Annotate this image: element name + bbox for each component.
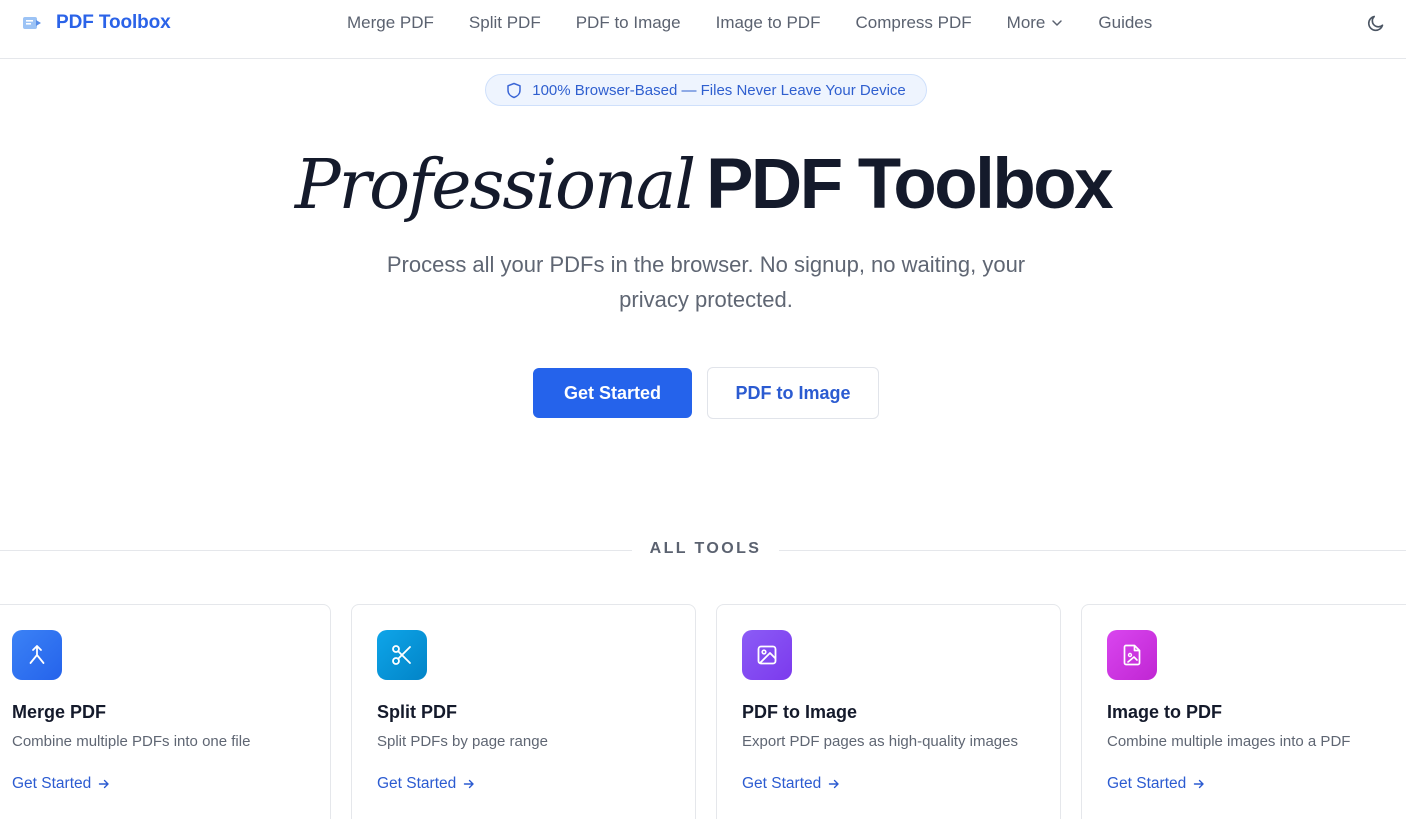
nav-pdf-to-image[interactable]: PDF to Image (576, 13, 681, 33)
arrow-right-icon (99, 779, 109, 789)
hero-title: Professional PDF Toolbox (0, 140, 1406, 242)
arrow-right-icon (1194, 779, 1204, 789)
brand-name: PDF Toolbox (56, 12, 171, 33)
nav-merge-pdf[interactable]: Merge PDF (347, 13, 434, 33)
tool-card-pdf-to-image[interactable]: PDF to Image Export PDF pages as high-qu… (716, 604, 1061, 819)
chevron-down-icon (1052, 20, 1063, 26)
arrow-right-icon (464, 779, 474, 789)
arrow-right-icon (829, 779, 839, 789)
main-nav: Merge PDF Split PDF PDF to Image Image t… (347, 0, 1187, 46)
scissors-icon (377, 630, 427, 680)
merge-icon (12, 630, 62, 680)
tool-card-split-pdf[interactable]: Split PDF Split PDFs by page range Get S… (351, 604, 696, 819)
nav-split-pdf[interactable]: Split PDF (469, 13, 541, 33)
tool-card-merge-pdf[interactable]: Merge PDF Combine multiple PDFs into one… (0, 604, 331, 819)
brand-link[interactable]: PDF Toolbox (22, 10, 171, 36)
card-get-started-link[interactable]: Get Started (1107, 775, 1205, 793)
card-link-label: Get Started (12, 775, 92, 792)
card-link-label: Get Started (377, 775, 457, 792)
card-get-started-link[interactable]: Get Started (742, 775, 840, 793)
nav-guides[interactable]: Guides (1098, 13, 1152, 33)
tool-card-image-to-pdf[interactable]: Image to PDF Combine multiple images int… (1081, 604, 1406, 819)
privacy-badge-text: 100% Browser-Based — Files Never Leave Y… (532, 81, 906, 99)
get-started-button[interactable]: Get Started (533, 368, 692, 418)
theme-toggle-button[interactable] (1366, 13, 1386, 33)
card-title: Merge PDF (12, 702, 107, 722)
card-get-started-link[interactable]: Get Started (377, 775, 475, 793)
nav-image-to-pdf[interactable]: Image to PDF (716, 13, 821, 33)
image-file-icon (1107, 630, 1157, 680)
hero-title-bold: PDF Toolbox (706, 145, 1114, 224)
card-description: Split PDFs by page range (377, 733, 548, 750)
image-icon (742, 630, 792, 680)
nav-more-dropdown[interactable]: More (1007, 13, 1064, 33)
section-label: ALL TOOLS (649, 540, 762, 557)
card-get-started-link[interactable]: Get Started (12, 775, 110, 793)
card-title: PDF to Image (742, 702, 858, 722)
hero-title-italic: Professional (294, 146, 696, 225)
hero-subtitle: Process all your PDFs in the browser. No… (386, 252, 1026, 312)
nav-compress-pdf[interactable]: Compress PDF (855, 13, 971, 33)
pdf-logo-icon (22, 15, 42, 31)
card-description: Combine multiple PDFs into one file (12, 733, 251, 750)
pdf-to-image-button[interactable]: PDF to Image (707, 367, 879, 419)
card-title: Split PDF (377, 702, 457, 722)
moon-icon (1368, 15, 1384, 32)
card-title: Image to PDF (1107, 702, 1223, 722)
card-link-label: Get Started (742, 775, 822, 792)
section-divider-left (0, 550, 632, 551)
nav-more-label: More (1006, 13, 1046, 32)
section-divider-right (779, 550, 1406, 551)
page: PDF Toolbox Merge PDF Split PDF PDF to I… (0, 0, 1406, 819)
top-navbar: PDF Toolbox Merge PDF Split PDF PDF to I… (0, 0, 1406, 59)
shield-icon (507, 82, 521, 98)
card-description: Export PDF pages as high-quality images (742, 733, 1018, 750)
card-link-label: Get Started (1107, 775, 1187, 792)
card-description: Combine multiple images into a PDF (1107, 733, 1351, 750)
privacy-badge: 100% Browser-Based — Files Never Leave Y… (485, 74, 927, 106)
